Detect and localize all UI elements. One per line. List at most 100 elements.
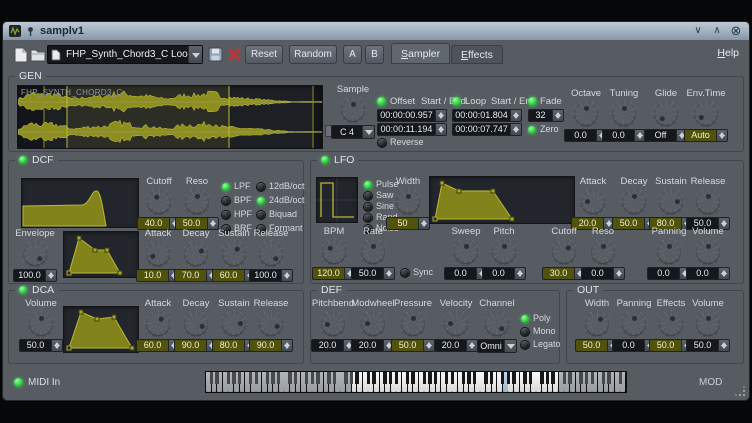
spin-buttons-icon[interactable]: [418, 218, 429, 229]
reverse-checkbox[interactable]: Reverse: [378, 138, 424, 147]
dca-volume-knob[interactable]: [27, 310, 55, 338]
lfo-width-knob[interactable]: [394, 188, 422, 216]
dcf-slope-24db[interactable]: 24dB/oct: [257, 196, 305, 205]
lfo-reso-spinbox[interactable]: 0.0: [581, 267, 625, 280]
def-mode-mono[interactable]: Mono: [521, 327, 556, 336]
close-window-icon[interactable]: ⊗: [729, 24, 743, 38]
dcf-slope-biquad[interactable]: Biquad: [257, 210, 297, 219]
spin-buttons-icon[interactable]: [423, 340, 434, 351]
dcf-filter-display[interactable]: [21, 178, 139, 228]
loop-led[interactable]: [452, 97, 461, 106]
lfo-bpm-spinbox[interactable]: 120.0: [312, 267, 356, 280]
dcf-type-hpf[interactable]: HPF: [222, 210, 252, 219]
lfo-sync-checkbox[interactable]: Sync: [401, 268, 433, 277]
spin-buttons-icon[interactable]: [45, 270, 56, 281]
def-pressure-spinbox[interactable]: 50.0: [391, 339, 435, 352]
spin-buttons-icon[interactable]: [281, 340, 292, 351]
glide-knob[interactable]: [652, 100, 680, 128]
lfo-envelope-display[interactable]: [429, 176, 575, 224]
loop-end-spinbox[interactable]: 00:00:07.747: [452, 123, 522, 136]
dca-attack-knob[interactable]: [144, 310, 172, 338]
fade-spinbox[interactable]: 32: [528, 109, 564, 122]
envtime-knob[interactable]: [692, 100, 720, 128]
shade-window-icon[interactable]: ∨: [691, 24, 705, 38]
dcf-release-spinbox[interactable]: 100.0: [249, 269, 293, 282]
out-effects-knob[interactable]: [657, 310, 685, 338]
def-velocity-spinbox[interactable]: 20.0: [434, 339, 478, 352]
def-modwheel-spinbox[interactable]: 20.0: [351, 339, 395, 352]
lfo-rate-spinbox[interactable]: 50.0: [351, 267, 395, 280]
glide-spinbox[interactable]: Off: [644, 129, 688, 142]
dcf-reso-knob[interactable]: [183, 188, 211, 216]
envtime-spinbox[interactable]: Auto: [684, 129, 728, 142]
lfo-reso-knob[interactable]: [589, 238, 617, 266]
lfo-attack-knob[interactable]: [579, 188, 607, 216]
sample-waveform-display[interactable]: FHP_SYNTH_CHORD3_C: [17, 85, 323, 149]
def-pitchbend-spinbox[interactable]: 20.0: [311, 339, 355, 352]
tuning-knob[interactable]: [610, 100, 638, 128]
spin-buttons-icon[interactable]: [718, 268, 729, 279]
zero-toggle[interactable]: Zero: [528, 125, 559, 134]
spin-buttons-icon[interactable]: [383, 268, 394, 279]
def-modwheel-knob[interactable]: [359, 310, 387, 338]
midi-keyboard[interactable]: [205, 371, 627, 393]
lfo-volume-spinbox[interactable]: 0.0: [686, 267, 730, 280]
lfo-wave-display[interactable]: [316, 177, 358, 223]
lfo-panning-spinbox[interactable]: 0.0: [647, 267, 691, 280]
octave-knob[interactable]: [572, 100, 600, 128]
out-volume-knob[interactable]: [694, 310, 722, 338]
loop-start-spinbox[interactable]: 00:00:01.804: [452, 109, 522, 122]
lfo-rate-knob[interactable]: [359, 238, 387, 266]
lfo-sweep-knob[interactable]: [452, 238, 480, 266]
lfo-bpm-knob[interactable]: [320, 238, 348, 266]
spin-buttons-icon[interactable]: [718, 340, 729, 351]
spin-buttons-icon[interactable]: [281, 270, 292, 281]
dcf-cutoff-knob[interactable]: [145, 188, 173, 216]
dcf-attack-knob[interactable]: [144, 240, 172, 268]
spin-buttons-icon[interactable]: [552, 110, 563, 121]
def-channel-knob[interactable]: [483, 310, 511, 338]
dcf-type-bpf[interactable]: BPF: [222, 196, 252, 205]
lfo-release-knob[interactable]: [694, 188, 722, 216]
dcf-envelope-spinbox[interactable]: 100.0: [13, 269, 57, 282]
dcf-envelope-display[interactable]: [63, 231, 139, 278]
maximize-window-icon[interactable]: ∧: [710, 24, 724, 38]
dcf-slope-12db[interactable]: 12dB/oct: [257, 182, 305, 191]
spin-buttons-icon[interactable]: [435, 124, 446, 135]
dca-volume-spinbox[interactable]: 50.0: [19, 339, 63, 352]
window-titlebar[interactable]: samplv1 ∨ ∧ ⊗: [3, 22, 749, 40]
spin-buttons-icon[interactable]: [716, 130, 727, 141]
resize-grip[interactable]: [735, 386, 745, 396]
offset-start-spinbox[interactable]: 00:00:00.957: [377, 109, 447, 122]
lfo-pitch-spinbox[interactable]: 0.0: [482, 267, 526, 280]
lfo-decay-knob[interactable]: [620, 188, 648, 216]
def-pressure-knob[interactable]: [399, 310, 427, 338]
def-mode-poly[interactable]: Poly: [521, 314, 551, 323]
tuning-spinbox[interactable]: 0.0: [602, 129, 646, 142]
dcf-release-knob[interactable]: [257, 240, 285, 268]
spin-buttons-icon[interactable]: [613, 268, 624, 279]
random-button[interactable]: Random: [289, 45, 337, 64]
lfo-pitch-knob[interactable]: [490, 238, 518, 266]
lfo-panning-knob[interactable]: [655, 238, 683, 266]
def-mode-legato[interactable]: Legato: [521, 340, 561, 349]
spin-buttons-icon[interactable]: [435, 110, 446, 121]
tab-effects[interactable]: Effects: [451, 45, 503, 64]
lfo-cutoff-knob[interactable]: [550, 238, 578, 266]
save-preset-button[interactable]: [205, 45, 225, 64]
sample-note-combobox[interactable]: C 4: [331, 125, 375, 139]
dca-release-knob[interactable]: [257, 310, 285, 338]
dca-led[interactable]: [19, 286, 27, 294]
open-preset-button[interactable]: [28, 45, 48, 64]
compare-b-button[interactable]: B: [365, 45, 384, 64]
reset-button[interactable]: Reset: [245, 45, 283, 64]
dcf-led[interactable]: [19, 156, 27, 164]
fade-led[interactable]: [528, 97, 537, 106]
dca-decay-knob[interactable]: [182, 310, 210, 338]
preset-combobox[interactable]: FHP_Synth_Chord3_C Loop1: [47, 45, 203, 64]
out-width-knob[interactable]: [583, 310, 611, 338]
def-velocity-knob[interactable]: [442, 310, 470, 338]
dca-sustain-knob[interactable]: [220, 310, 248, 338]
dcf-envelope-knob[interactable]: [21, 240, 49, 268]
spin-buttons-icon[interactable]: [510, 110, 521, 121]
